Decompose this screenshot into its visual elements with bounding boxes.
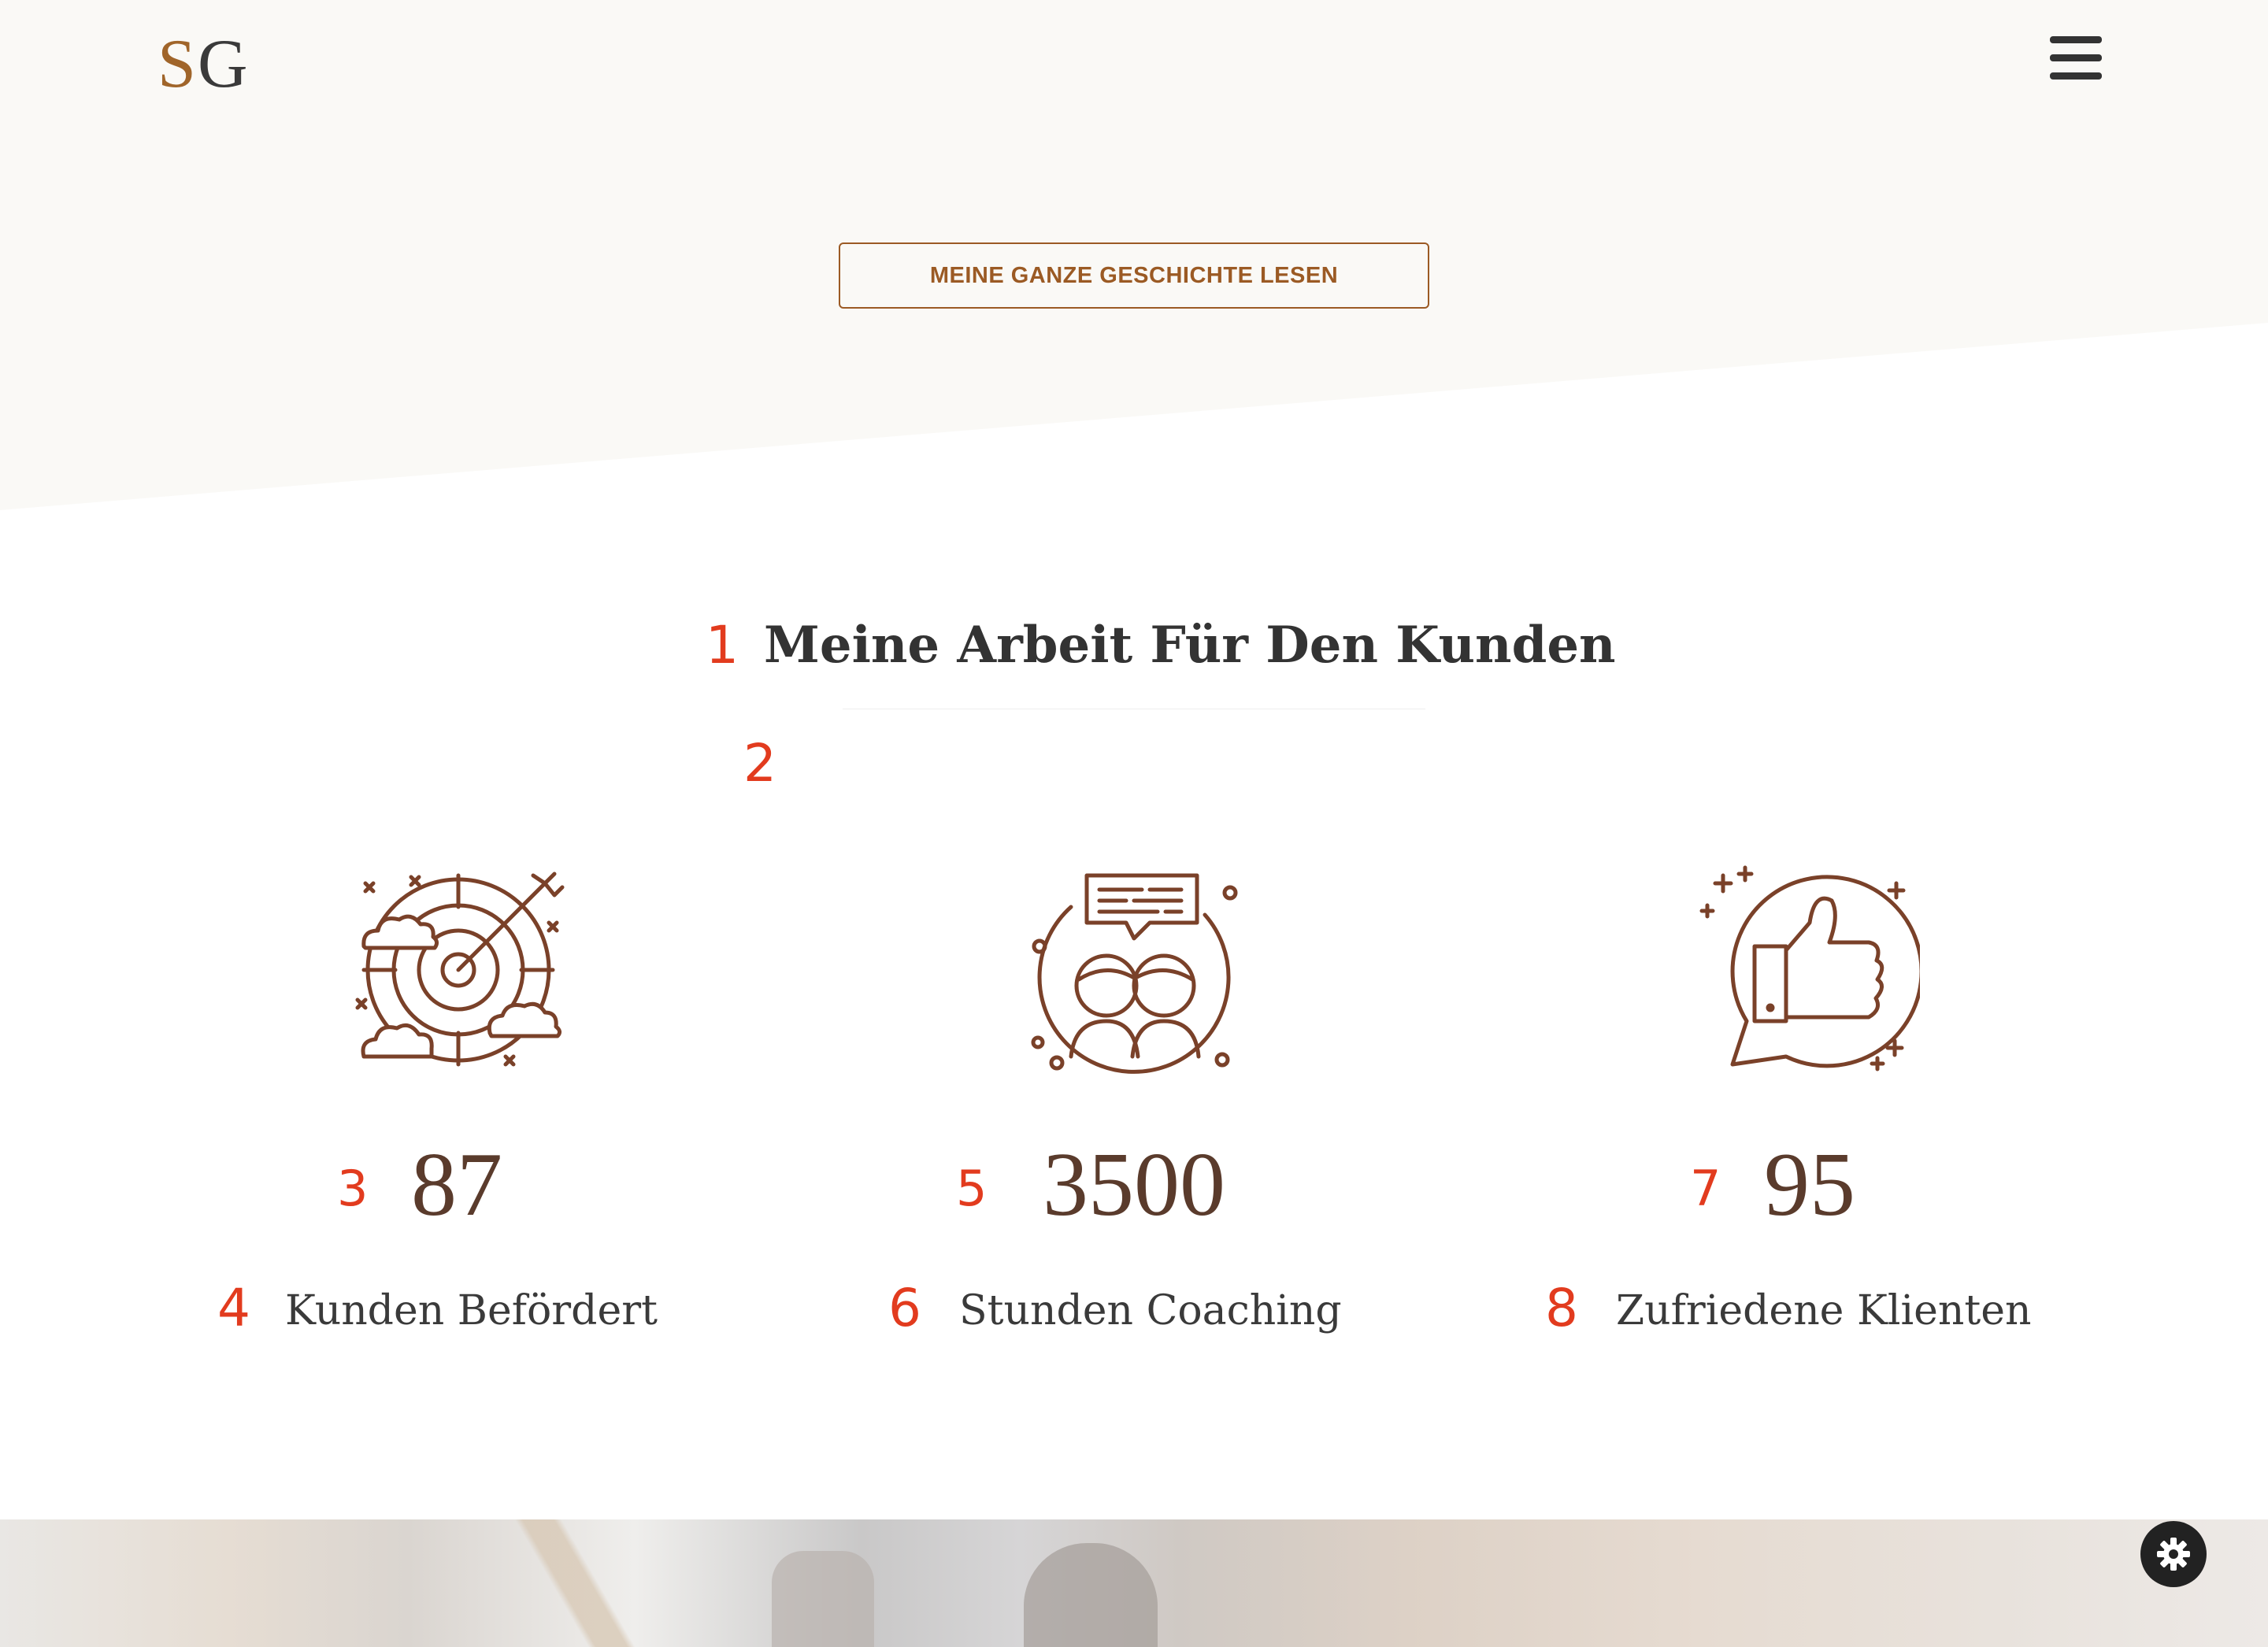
marker-2: 2 xyxy=(743,733,776,794)
marker-5: 5 xyxy=(956,1160,988,1217)
marker-7: 7 xyxy=(1690,1160,1721,1217)
marker-4: 4 xyxy=(217,1278,250,1338)
target-arrow-icon xyxy=(355,872,565,1067)
marker-8: 8 xyxy=(1545,1278,1578,1338)
read-story-button[interactable]: MEINE GANZE GESCHICHTE LESEN xyxy=(839,242,1429,309)
stat-label-coaching-hours: Stunden Coaching xyxy=(959,1287,1342,1334)
settings-button[interactable] xyxy=(2140,1521,2207,1587)
stat-value-satisfied-clients: 95 xyxy=(1764,1134,1855,1235)
stat-label-clients-promoted: Kunden Befördert xyxy=(285,1287,658,1334)
stat-label-satisfied-clients: Zufriedene Klienten xyxy=(1616,1287,2032,1334)
section-title: Meine Arbeit Für Den Kunden xyxy=(764,616,1616,675)
logo-letter-s: S xyxy=(158,26,198,102)
gear-icon xyxy=(2157,1538,2190,1571)
marker-6: 6 xyxy=(888,1278,921,1338)
bottom-image-strip xyxy=(0,1519,2268,1647)
coaching-chat-icon xyxy=(1031,873,1238,1074)
thumbs-up-icon xyxy=(1699,865,1920,1071)
site-logo[interactable]: SG xyxy=(158,25,250,104)
stat-value-clients-promoted: 87 xyxy=(411,1134,502,1235)
marker-3: 3 xyxy=(337,1160,369,1217)
hamburger-icon[interactable] xyxy=(2048,36,2104,87)
marker-1: 1 xyxy=(706,615,739,675)
stat-value-coaching-hours: 3500 xyxy=(1043,1134,1225,1235)
logo-letter-g: G xyxy=(197,26,250,102)
